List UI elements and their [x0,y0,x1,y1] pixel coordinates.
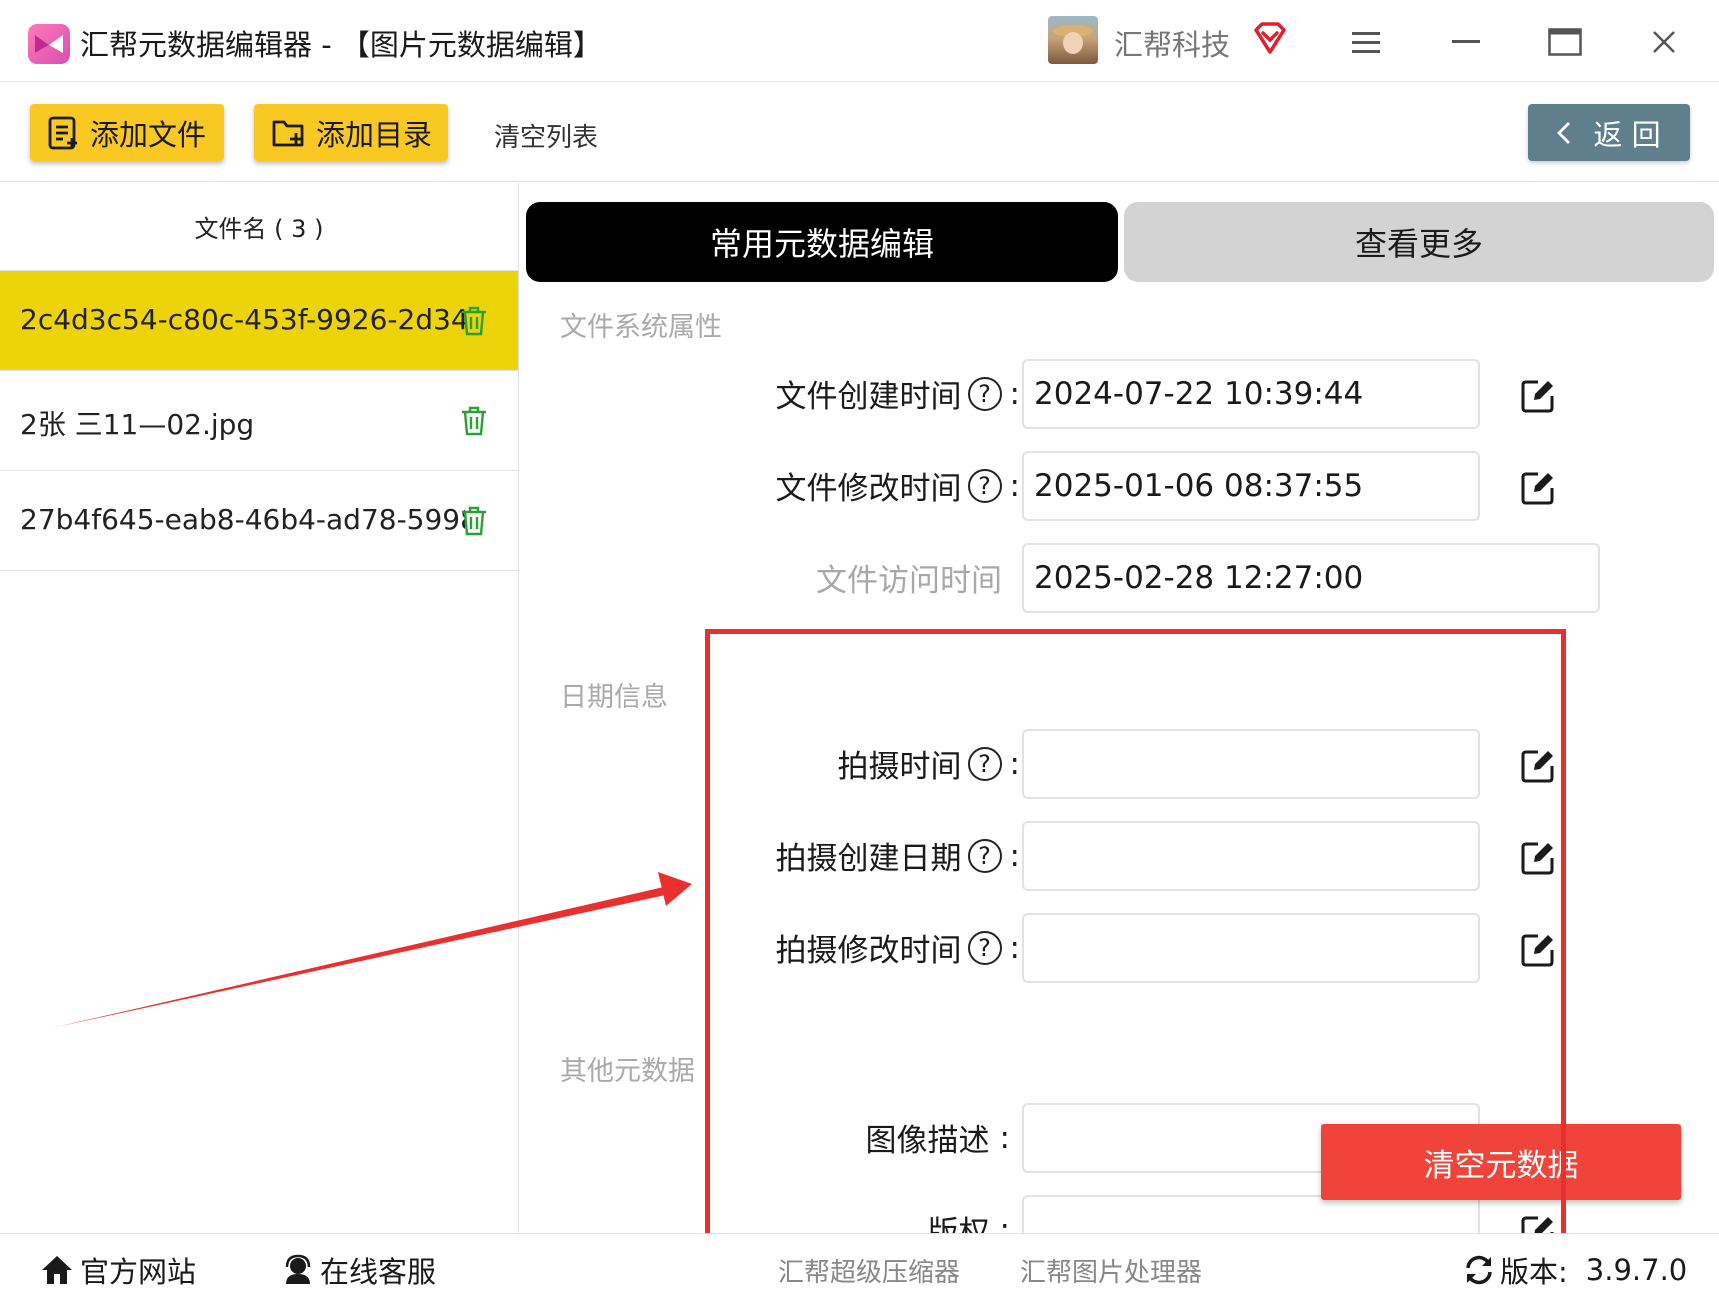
folder-add-icon [272,120,304,146]
help-icon[interactable]: ? [967,838,1002,873]
window-title: 汇帮元数据编辑器 - 【图片元数据编辑】 [80,28,602,62]
official-website-link[interactable]: 官方网站 [40,1249,196,1291]
modify-time-input[interactable] [1022,451,1480,521]
edit-icon[interactable] [1520,378,1556,414]
label-colon: : [1009,929,1020,966]
label-text: 拍摄创建日期 [775,841,962,877]
edit-icon[interactable] [1520,470,1556,506]
label-colon: : [999,1211,1010,1234]
file-list-item[interactable]: 2张 三11—02.jpg [0,371,518,471]
file-list-item[interactable]: 2c4d3c54-c80c-453f-9926-2d34... [0,271,518,371]
tab-common-metadata[interactable]: 常用元数据编辑 [526,202,1118,282]
headset-icon [285,1254,311,1284]
close-icon[interactable] [1652,30,1676,54]
online-support-link[interactable]: 在线客服 [282,1249,436,1291]
file-name: 2张 三11—02.jpg [20,408,255,441]
label-colon: : [1009,837,1020,874]
tab-view-more[interactable]: 查看更多 [1124,202,1714,282]
field-label-modify-time: 文件修改时间 ? : [520,463,1020,508]
version-label: 版本: [1500,1255,1568,1289]
label-colon: : [1009,375,1020,412]
field-label-create-time: 文件创建时间 ? : [520,371,1020,416]
trash-icon[interactable] [460,306,488,336]
field-label-shoot-time: 拍摄时间 ? : [520,741,1020,786]
version-info: 版本: 3.9.7.0 [1462,1249,1687,1291]
footer: 官方网站 在线客服 汇帮超级压缩器 汇帮图片处理器 版本: 3.9.7.0 [0,1233,1719,1299]
label-text: 文件修改时间 [775,471,962,507]
clear-list-button[interactable]: 清空列表 [494,117,598,154]
official-website-label: 官方网站 [80,1255,197,1289]
refresh-icon[interactable] [1462,1254,1496,1286]
field-label-copyright: 版权 : [520,1207,1020,1234]
minimize-icon[interactable] [1452,40,1480,44]
file-list-header: 文件名 ( 3 ) [0,183,518,271]
metadata-panel: 常用元数据编辑 查看更多 文件系统属性 文件创建时间 ? : 文件修改时间 ? … [520,183,1719,1233]
edit-icon[interactable] [1520,748,1556,784]
vip-diamond-icon[interactable] [1252,20,1288,56]
add-directory-button[interactable]: 添加目录 [254,104,448,161]
help-icon[interactable]: ? [967,930,1002,965]
edit-icon[interactable] [1520,932,1556,968]
shoot-time-input[interactable] [1022,729,1480,799]
add-file-button[interactable]: 添加文件 [30,104,224,161]
menu-icon[interactable] [1352,32,1380,54]
toolbar: 添加文件 添加目录 清空列表 返 回 [0,83,1719,182]
section-title-date-info: 日期信息 [560,682,668,713]
image-tool-link[interactable]: 汇帮图片处理器 [1020,1252,1202,1289]
back-label: 返 回 [1593,117,1661,152]
add-file-label: 添加文件 [90,117,207,152]
copyright-input[interactable] [1022,1195,1480,1233]
edit-icon[interactable] [1520,1214,1556,1233]
help-icon[interactable]: ? [967,376,1002,411]
create-time-input[interactable] [1022,359,1480,429]
help-icon[interactable]: ? [967,468,1002,503]
label-colon: : [999,1119,1010,1156]
field-label-shoot-create-date: 拍摄创建日期 ? : [520,833,1020,878]
back-button[interactable]: 返 回 [1528,104,1690,161]
label-text: 文件访问时间 [816,563,1002,599]
brand-name: 汇帮科技 [1114,28,1231,62]
field-label-shoot-modify-time: 拍摄修改时间 ? : [520,925,1020,970]
field-label-access-time: 文件访问时间 [520,555,1020,600]
version-number: 3.9.7.0 [1585,1253,1688,1287]
file-list-panel: 文件名 ( 3 ) 2c4d3c54-c80c-453f-9926-2d34..… [0,183,519,1233]
label-text: 版权 [927,1215,990,1233]
label-colon: : [1009,467,1020,504]
compressor-link[interactable]: 汇帮超级压缩器 [778,1252,960,1289]
trash-icon[interactable] [460,506,488,536]
file-name: 2c4d3c54-c80c-453f-9926-2d34... [20,303,465,336]
chevron-left-icon [1557,121,1571,144]
trash-icon[interactable] [460,406,488,436]
section-title-file-system: 文件系统属性 [560,312,722,343]
online-support-label: 在线客服 [320,1255,437,1289]
clear-metadata-button[interactable]: 清空元数据 [1321,1124,1681,1200]
title-bar: 汇帮元数据编辑器 - 【图片元数据编辑】 汇帮科技 [0,0,1719,82]
label-colon: : [1009,745,1020,782]
shoot-create-date-input[interactable] [1022,821,1480,891]
edit-icon[interactable] [1520,840,1556,876]
section-title-other-metadata: 其他元数据 [560,1056,695,1087]
label-text: 拍摄时间 [837,749,962,785]
access-time-input[interactable] [1022,543,1600,613]
file-name: 27b4f645-eab8-46b4-ad78-5998 [20,503,465,536]
add-directory-label: 添加目录 [316,117,433,152]
shoot-modify-time-input[interactable] [1022,913,1480,983]
label-text: 文件创建时间 [775,379,962,415]
label-text: 图像描述 [865,1123,990,1159]
maximize-icon[interactable] [1548,28,1582,56]
user-avatar[interactable] [1048,16,1098,64]
file-list-icon [48,116,77,149]
field-label-image-description: 图像描述 : [520,1115,1020,1160]
app-logo-icon [28,24,70,64]
file-list-item[interactable]: 27b4f645-eab8-46b4-ad78-5998 [0,471,518,571]
label-text: 拍摄修改时间 [775,933,962,969]
home-icon [42,1256,72,1284]
help-icon[interactable]: ? [967,746,1002,781]
